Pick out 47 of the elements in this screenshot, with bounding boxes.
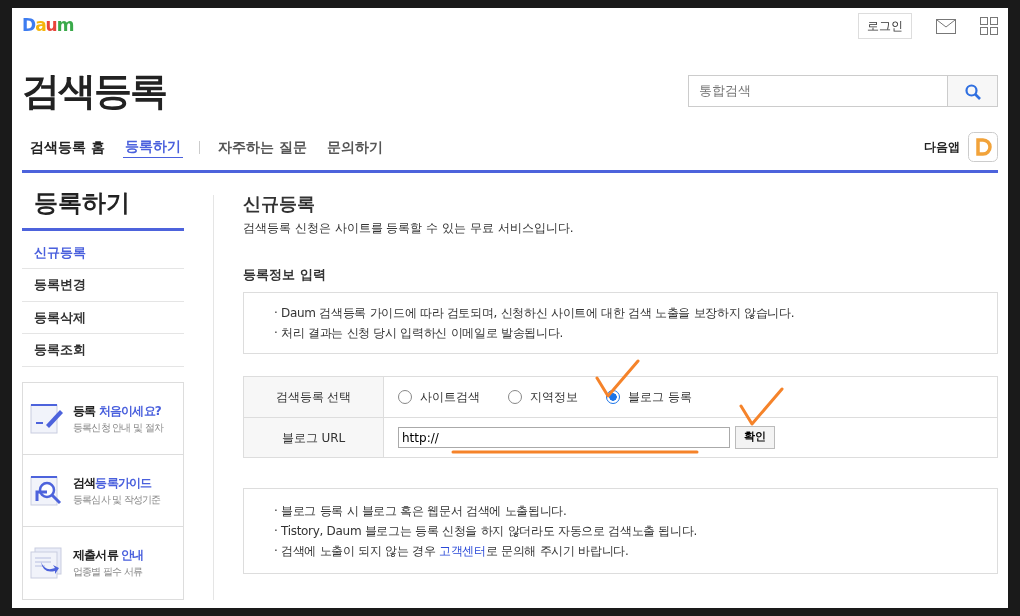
grid-icon[interactable] [980,17,998,35]
documents-icon [29,545,65,580]
promo-subtitle: 등록심사 및 작성기준 [73,492,161,507]
app-label: 다음앱 [924,139,960,156]
promo-title: 제출서류 안내 [73,547,144,565]
promo-card[interactable]: 검색등록가이드 등록심사 및 작성기준 [23,454,183,527]
mail-icon[interactable] [936,18,956,34]
radio-button[interactable] [508,390,522,405]
field-label: 블로그 URL [281,429,346,447]
section-title: 등록정보 입력 [243,266,327,283]
sidebar-item[interactable]: 등록삭제 [22,301,184,335]
sidebar-title: 등록하기 [22,173,184,231]
customer-center-link[interactable]: 고객센터 [439,544,486,559]
radio-button[interactable] [398,390,412,405]
notice-text: · Daum 검색등록 가이드에 따라 검토되며, 신청하신 사이트에 대한 검색 노출을 보장하지 않습니다. [274,305,796,323]
pencil-note-icon [29,401,65,436]
promo-title: 등록 처음이세요? [73,402,162,420]
radio-option[interactable]: 블로그 등록 [606,388,692,407]
description: 검색등록 신청은 사이트를 등록할 수 있는 무료 서비스입니다. [243,219,575,237]
field-label: 검색등록 선택 [275,389,352,407]
confirm-button[interactable]: 확인 [735,426,775,449]
radio-option[interactable]: 지역정보 [508,388,578,407]
promo-title: 검색등록가이드 [73,474,153,492]
info-text: · 검색에 노출이 되지 않는 경우 고객센터 로 문의해 주시기 바랍니다. [274,543,630,561]
info-text: · Tistory, Daum 블로그는 등록 신청을 하지 않더라도 자동으로 검색노출 됩니다. [274,523,699,541]
notice-text: · 처리 결과는 신청 당시 입력하신 이메일로 발송됩니다. [274,325,565,343]
nav-tab[interactable]: 검색등록 홈 [28,136,107,158]
info-text: · 블로그 등록 시 블로그 혹은 웹문서 검색에 노출됩니다. [274,503,568,521]
login-button[interactable]: 로그인 [858,13,912,39]
promo-subtitle: 업종별 필수 서류 [73,565,144,580]
nav-tab[interactable]: 등록하기 [122,136,183,158]
nav-tab[interactable]: 문의하기 [324,136,385,158]
page-title: 검색등록 [22,72,166,110]
sidebar-item[interactable]: 등록변경 [22,269,184,302]
nav-tab[interactable]: 자주하는 질문 [215,136,309,158]
search-field[interactable]: 통합검색 [688,75,948,107]
sidebar-item[interactable]: 등록조회 [22,334,184,367]
content-title: 신규등록 [243,193,316,215]
sidebar-item[interactable]: 신규등록 [22,236,184,270]
search-icon [964,83,981,100]
logo[interactable]: Daum [22,13,74,39]
radio-option[interactable]: 사이트검색 [398,388,480,407]
url-field[interactable]: http:// [398,427,730,449]
search-button[interactable] [948,75,998,107]
promo-card[interactable]: 등록 처음이세요? 등록신청 안내 및 절차 [23,382,183,455]
promo-card[interactable]: 제출서류 안내 업종별 필수 서류 [23,526,183,599]
promo-subtitle: 등록신청 안내 및 절차 [73,420,163,435]
